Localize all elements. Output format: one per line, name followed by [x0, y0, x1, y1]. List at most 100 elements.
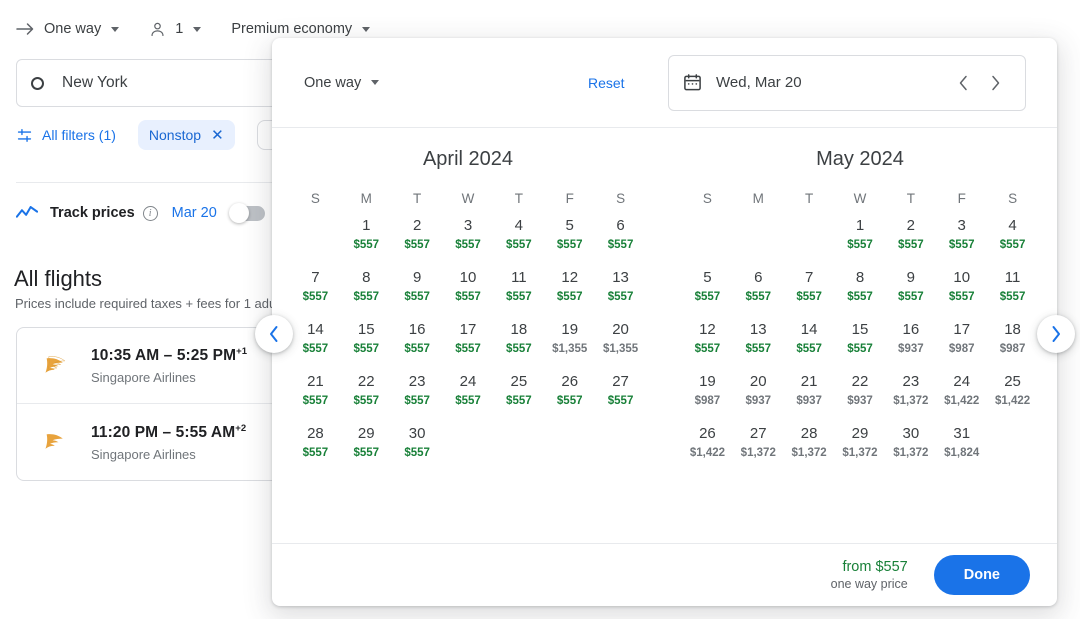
day-price: $1,372 — [893, 395, 929, 407]
calendar-day-cell[interactable]: 12 $557 — [544, 268, 595, 320]
track-prices-label: Track prices — [50, 205, 135, 221]
calendar-day-cell[interactable]: 28 $557 — [290, 424, 341, 476]
calendar-day-cell[interactable]: 9 $557 — [885, 268, 936, 320]
calendar-day-cell[interactable]: 22 $557 — [341, 372, 392, 424]
calendar-day-cell[interactable]: 30 $557 — [392, 424, 443, 476]
day-price: $557 — [898, 239, 924, 251]
calendar-day-cell[interactable]: 25 $1,422 — [987, 372, 1038, 424]
next-results-button[interactable] — [1037, 315, 1075, 353]
day-number: 20 — [749, 373, 767, 390]
calendar-day-cell[interactable]: 17 $557 — [443, 320, 494, 372]
calendar-day-cell[interactable]: 4 $557 — [987, 216, 1038, 268]
day-price: $557 — [302, 343, 329, 355]
calendar-day-cell[interactable]: 11 $557 — [987, 268, 1038, 320]
day-number: 15 — [357, 321, 375, 338]
calendar-day-cell[interactable]: 21 $557 — [290, 372, 341, 424]
calendar-day-cell[interactable]: 2 $557 — [392, 216, 443, 268]
calendar-day-cell[interactable]: 7 $557 — [784, 268, 835, 320]
calendar-day-cell[interactable]: 8 $557 — [835, 268, 886, 320]
calendar-day-cell[interactable]: 7 $557 — [290, 268, 341, 320]
calendar-day-cell[interactable]: 16 $937 — [885, 320, 936, 372]
chip-nonstop[interactable]: Nonstop ✕ — [137, 120, 235, 150]
calendar-day-cell[interactable]: 6 $557 — [733, 268, 784, 320]
track-prices-toggle[interactable] — [228, 203, 265, 223]
calendar-day-cell[interactable]: 2 $557 — [885, 216, 936, 268]
calendar-day-cell[interactable]: 27 $557 — [595, 372, 646, 424]
calendar-day-cell[interactable]: 29 $1,372 — [835, 424, 886, 476]
calendar-day-cell[interactable]: 9 $557 — [392, 268, 443, 320]
calendar-day-cell[interactable]: 23 $1,372 — [885, 372, 936, 424]
calendar-day-cell[interactable]: 6 $557 — [595, 216, 646, 268]
calendar-day-cell[interactable]: 20 $1,355 — [595, 320, 646, 372]
calendar-day-cell[interactable]: 13 $557 — [595, 268, 646, 320]
day-price: $557 — [302, 291, 329, 303]
day-price: $557 — [796, 291, 822, 303]
from-price-block: from $557 one way price — [831, 559, 908, 591]
close-icon[interactable]: ✕ — [211, 128, 224, 143]
calendar-day-cell[interactable]: 10 $557 — [443, 268, 494, 320]
calendar-day-cell[interactable]: 18 $987 — [987, 320, 1038, 372]
calendar-day-cell[interactable]: 23 $557 — [392, 372, 443, 424]
calendar-day-cell[interactable]: 11 $557 — [493, 268, 544, 320]
calendar-day-cell[interactable]: 3 $557 — [443, 216, 494, 268]
calendar-day-cell[interactable]: 29 $557 — [341, 424, 392, 476]
calendar-day-cell[interactable]: 4 $557 — [493, 216, 544, 268]
calendar-day-cell[interactable]: 14 $557 — [290, 320, 341, 372]
trip-type-selector[interactable]: One way — [16, 14, 120, 44]
calendar-day-cell[interactable]: 20 $937 — [733, 372, 784, 424]
calendar-day-cell[interactable]: 28 $1,372 — [784, 424, 835, 476]
calendar-day-cell[interactable]: 5 $557 — [682, 268, 733, 320]
date-picker-footer: from $557 one way price Done — [272, 543, 1057, 606]
calendar-day-cell[interactable]: 30 $1,372 — [885, 424, 936, 476]
day-number: 5 — [703, 269, 712, 286]
calendar-day-cell[interactable]: 26 $1,422 — [682, 424, 733, 476]
calendar-day-cell[interactable]: 14 $557 — [784, 320, 835, 372]
calendar-day-cell[interactable]: 31 $1,824 — [936, 424, 987, 476]
calendar-day-cell[interactable]: 13 $557 — [733, 320, 784, 372]
calendar-day-cell[interactable]: 3 $557 — [936, 216, 987, 268]
info-icon[interactable]: i — [142, 205, 158, 221]
person-icon — [149, 21, 166, 38]
calendar-day-cell[interactable]: 10 $557 — [936, 268, 987, 320]
departure-date-field[interactable]: Wed, Mar 20 — [668, 54, 1026, 111]
calendar-day-cell[interactable]: 16 $557 — [392, 320, 443, 372]
calendar-day-cell[interactable]: 18 $557 — [493, 320, 544, 372]
calendar-day-cell[interactable]: 25 $557 — [493, 372, 544, 424]
previous-day-button[interactable] — [947, 67, 979, 99]
day-number: 12 — [561, 269, 579, 286]
calendar-day-cell[interactable]: 1 $557 — [341, 216, 392, 268]
month-grid: S M T W T F S 1 $557 2 $557 3 $557 4 $557 5 $557 6 $557 7 $5… — [664, 191, 1056, 476]
reset-button[interactable]: Reset — [588, 75, 625, 91]
calendar-day-cell[interactable]: 5 $557 — [544, 216, 595, 268]
calendar-day-cell[interactable]: 1 $557 — [835, 216, 886, 268]
calendar-day-cell[interactable]: 12 $557 — [682, 320, 733, 372]
done-button[interactable]: Done — [933, 555, 1030, 595]
calendar-day-cell[interactable]: 22 $937 — [835, 372, 886, 424]
all-filters-button[interactable]: All filters (1) — [16, 127, 116, 144]
passenger-selector[interactable]: 1 — [149, 14, 202, 44]
day-price: $987 — [999, 343, 1026, 355]
calendar-day-cell[interactable]: 19 $1,355 — [544, 320, 595, 372]
panel-trip-type-selector[interactable]: One way — [304, 75, 380, 91]
flight-airline: Singapore Airlines — [91, 370, 196, 386]
calendar-day-cell[interactable]: 26 $557 — [544, 372, 595, 424]
calendar-day-cell[interactable]: 15 $557 — [835, 320, 886, 372]
calendar-day-cell[interactable]: 15 $557 — [341, 320, 392, 372]
flight-info: 11:20 PM – 5:55 AM+2 Singapore Airlines — [91, 422, 246, 461]
calendar-day-cell[interactable]: 21 $937 — [784, 372, 835, 424]
day-price: $557 — [404, 395, 430, 407]
calendar-day-cell[interactable]: 24 $557 — [443, 372, 494, 424]
day-price: $557 — [556, 291, 583, 303]
day-number: 3 — [463, 217, 473, 234]
calendar-day-cell[interactable]: 27 $1,372 — [733, 424, 784, 476]
day-of-week-header: T — [514, 191, 523, 206]
calendar-day-cell[interactable]: 24 $1,422 — [936, 372, 987, 424]
calendar-day-cell[interactable]: 19 $987 — [682, 372, 733, 424]
day-price: $557 — [455, 291, 481, 303]
day-price: $557 — [455, 395, 481, 407]
next-day-button[interactable] — [979, 67, 1011, 99]
day-price: $557 — [847, 343, 873, 355]
previous-results-button[interactable] — [255, 315, 293, 353]
calendar-day-cell[interactable]: 17 $987 — [936, 320, 987, 372]
calendar-day-cell[interactable]: 8 $557 — [341, 268, 392, 320]
